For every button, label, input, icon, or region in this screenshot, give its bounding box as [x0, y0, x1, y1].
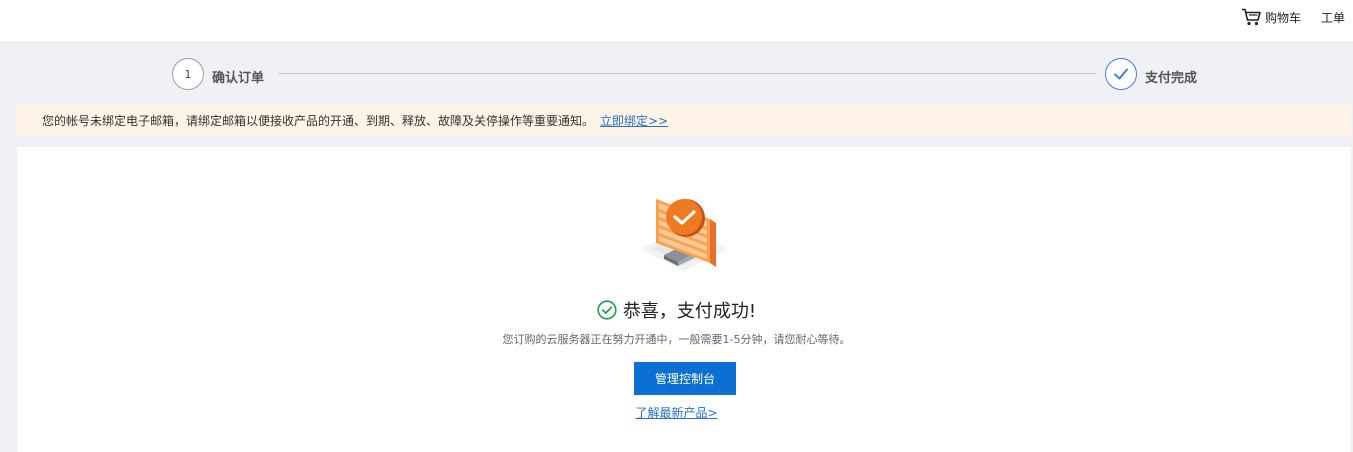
cart-link[interactable]: 购物车	[1241, 8, 1301, 26]
check-circle-icon	[597, 300, 617, 320]
console-button[interactable]: 管理控制台	[634, 362, 736, 395]
step-1-number: 1	[184, 67, 192, 81]
email-binding-notice: 您的帐号未绑定电子邮箱，请绑定邮箱以便接收产品的开通、到期、释放、故障及关停操作…	[17, 105, 1351, 136]
step-1-label: 确认订单	[212, 71, 265, 86]
monitor-checkmark-illustration	[640, 199, 728, 271]
order-steps: 1 确认订单 支付完成	[0, 43, 1353, 105]
top-bar: 购物车 工单	[0, 0, 1353, 43]
step-connector	[278, 73, 1096, 74]
cart-label: 购物车	[1265, 10, 1302, 25]
check-icon	[1114, 68, 1128, 80]
step-2-label: 支付完成	[1145, 71, 1198, 86]
success-title: 恭喜，支付成功!	[0, 297, 1353, 323]
more-products-link[interactable]: 了解最新产品>	[635, 406, 717, 420]
provisioning-description: 您订购的云服务器正在努力开通中，一般需要1-5分钟，请您耐心等待。	[502, 333, 851, 346]
workorder-link[interactable]: 工单	[1321, 9, 1345, 26]
notice-text: 您的帐号未绑定电子邮箱，请绑定邮箱以便接收产品的开通、到期、释放、故障及关停操作…	[42, 114, 595, 128]
step-1-circle: 1	[172, 58, 204, 90]
shopping-cart-icon	[1242, 8, 1261, 26]
more-products-container: 了解最新产品>	[0, 404, 1353, 421]
bind-now-link[interactable]: 立即绑定>>	[600, 112, 668, 129]
success-title-text: 恭喜，支付成功!	[622, 301, 757, 322]
step-2-circle	[1105, 58, 1137, 90]
